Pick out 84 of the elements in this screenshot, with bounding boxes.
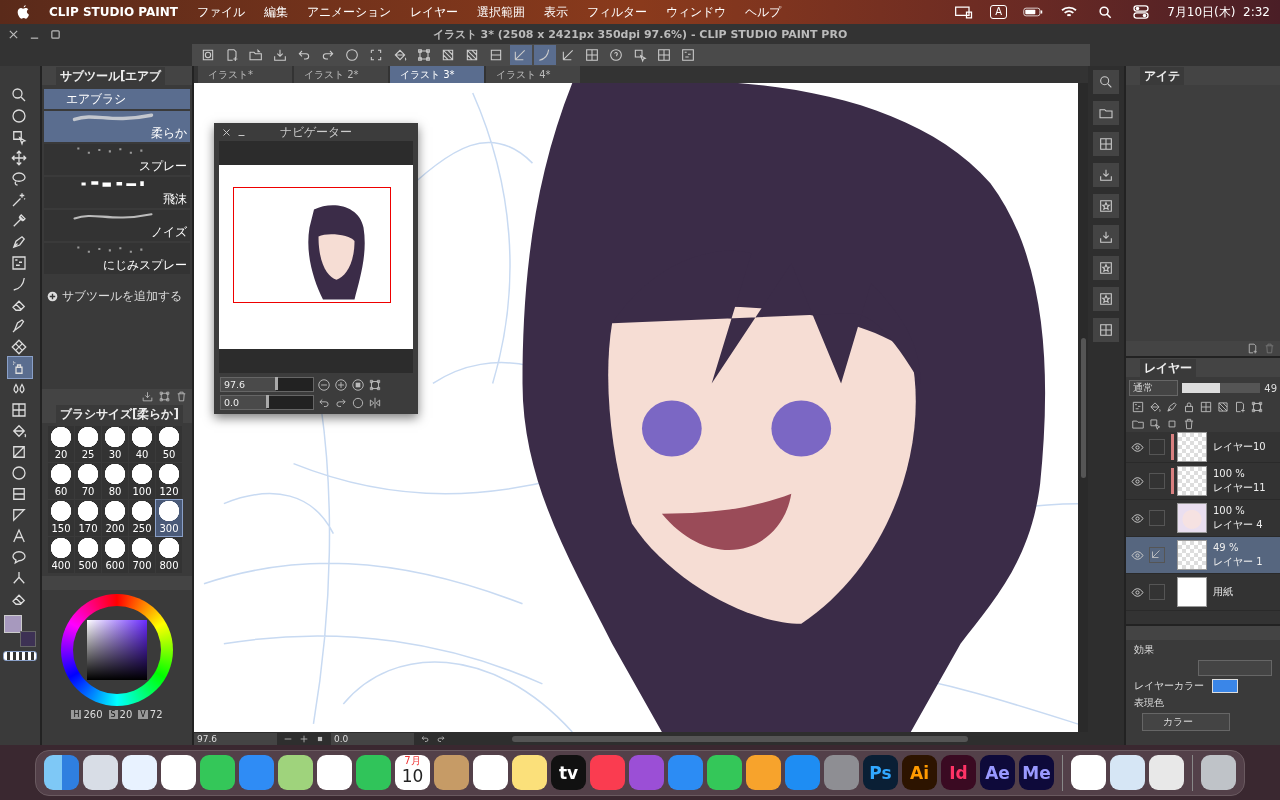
blend-mode-dropdown[interactable]: 通常 (1129, 380, 1178, 396)
brush-size-option[interactable]: 800 (156, 537, 182, 573)
brush-size-tab[interactable]: ブラシサイズ[柔らか] (56, 405, 183, 423)
app-icon[interactable]: Ps (863, 755, 898, 790)
layer-opacity: 100 % (1213, 467, 1246, 479)
section-label: 効果 (1133, 643, 1155, 657)
brush-size-option[interactable]: 60 (48, 463, 74, 499)
app-icon[interactable]: Me (1019, 755, 1054, 790)
layer-name: 用紙 (1213, 585, 1233, 599)
hsv-value: 72 (149, 709, 163, 720)
brush-size-option[interactable]: 30 (102, 426, 128, 462)
hsv-value: 260 (83, 709, 103, 720)
layer-opacity: 100 % (1213, 504, 1246, 516)
brush-size-option[interactable]: 700 (129, 537, 155, 573)
input-mode-indicator[interactable]: A (990, 5, 1008, 19)
brush-size-option[interactable]: 150 (48, 500, 74, 536)
app-icon[interactable]: Ae (980, 755, 1015, 790)
menu-item[interactable]: ヘルプ (744, 3, 781, 21)
section-label: 表現色 (1133, 696, 1165, 710)
brush-size-option[interactable]: 80 (102, 463, 128, 499)
window-title: イラスト 3* (2508 x 2421px 350dpi 97.6%) - CLIP STUDIO PAINT PRO (431, 26, 849, 42)
app-menu[interactable]: CLIP STUDIO PAINT (49, 5, 178, 19)
layer-row[interactable]: レイヤー10 (1126, 432, 1280, 463)
menu-item[interactable]: ウィンドウ (665, 3, 726, 21)
sub-tool-tab[interactable]: サブツール[エアブ (56, 67, 166, 85)
brush-size-option[interactable]: 200 (102, 500, 128, 536)
brush-size-option[interactable]: 40 (129, 426, 155, 462)
document-tab[interactable]: イラスト 3* (390, 66, 484, 83)
app-icon[interactable]: tv (551, 755, 586, 790)
brush-size-option[interactable]: 70 (75, 463, 101, 499)
document-tab[interactable]: イラスト* (198, 66, 292, 83)
calendar-month[interactable]: 7月 (404, 755, 421, 766)
sub-tool-item[interactable]: 飛沫 (44, 177, 190, 208)
hsv-label: H (71, 710, 82, 719)
sub-tool-item[interactable]: 柔らか (44, 111, 190, 142)
menu-item[interactable]: ファイル (196, 3, 245, 21)
item-bank-tab[interactable]: アイテ (1140, 67, 1184, 85)
sub-tool-item[interactable]: ノイズ (44, 210, 190, 241)
menu-item[interactable]: アニメーション (306, 3, 391, 21)
add-sub-tool-link[interactable]: サブツールを追加する (62, 288, 182, 305)
layer-name: レイヤー 4 (1213, 517, 1263, 532)
sub-tool-item[interactable]: スプレー (44, 144, 190, 175)
sub-tool-group-header[interactable]: エアブラシ (44, 89, 190, 109)
hsv-label: V (138, 710, 148, 719)
rotation-field[interactable]: 0.0 (331, 732, 414, 745)
brush-size-option[interactable]: 25 (75, 426, 101, 462)
hsv-value: 20 (119, 709, 133, 720)
canvas[interactable]: ナビゲーター 97.6 0.0 (194, 83, 1078, 732)
layer-tab[interactable]: レイヤー (1140, 359, 1196, 377)
menu-item[interactable]: レイヤー (409, 3, 458, 21)
calendar-day[interactable]: 10 (401, 766, 424, 786)
menu-item[interactable]: 表示 (543, 3, 568, 21)
layer-name: レイヤー 1 (1213, 554, 1263, 569)
layer-name: レイヤー11 (1213, 480, 1266, 495)
layer-name: レイヤー10 (1213, 440, 1266, 454)
brush-size-option[interactable]: 500 (75, 537, 101, 573)
layer-color-label[interactable]: レイヤーカラー (1126, 679, 1204, 693)
sub-tool-item[interactable]: にじみスプレー (44, 243, 190, 274)
hsv-label: S (108, 710, 118, 719)
brush-size-option[interactable]: 170 (75, 500, 101, 536)
layer-row[interactable]: 100 % レイヤー11 (1126, 463, 1280, 500)
brush-size-option[interactable]: 120 (156, 463, 182, 499)
brush-size-option[interactable]: 50 (156, 426, 182, 462)
document-tab[interactable]: イラスト 4* (486, 66, 580, 83)
brush-size-option[interactable]: 250 (129, 500, 155, 536)
menu-bar-clock[interactable]: 7月10日(木) 2:32 (1167, 3, 1270, 21)
layer-opacity: 49 % (1213, 541, 1240, 553)
brush-size-option[interactable]: 400 (48, 537, 74, 573)
app-icon[interactable]: Ai (902, 755, 937, 790)
navigator-title: ナビゲーター (279, 123, 353, 141)
brush-size-option[interactable]: 300 (156, 500, 182, 536)
menu-item[interactable]: 編集 (263, 3, 288, 21)
menu-item[interactable]: 選択範囲 (476, 3, 525, 21)
brush-size-option[interactable]: 20 (48, 426, 74, 462)
app-icon[interactable]: Id (941, 755, 976, 790)
brush-size-option[interactable]: 600 (102, 537, 128, 573)
document-tab[interactable]: イラスト 2* (294, 66, 388, 83)
opacity-value[interactable]: 49 (1264, 382, 1277, 394)
expression-color-dropdown[interactable]: カラー (1142, 713, 1230, 731)
layer-row[interactable]: 用紙 (1126, 574, 1280, 611)
menu-item[interactable]: フィルター (586, 3, 647, 21)
brush-size-option[interactable]: 100 (129, 463, 155, 499)
layer-row[interactable]: 49 % レイヤー 1 (1126, 537, 1280, 574)
zoom-field[interactable]: 97.6 (194, 732, 277, 745)
